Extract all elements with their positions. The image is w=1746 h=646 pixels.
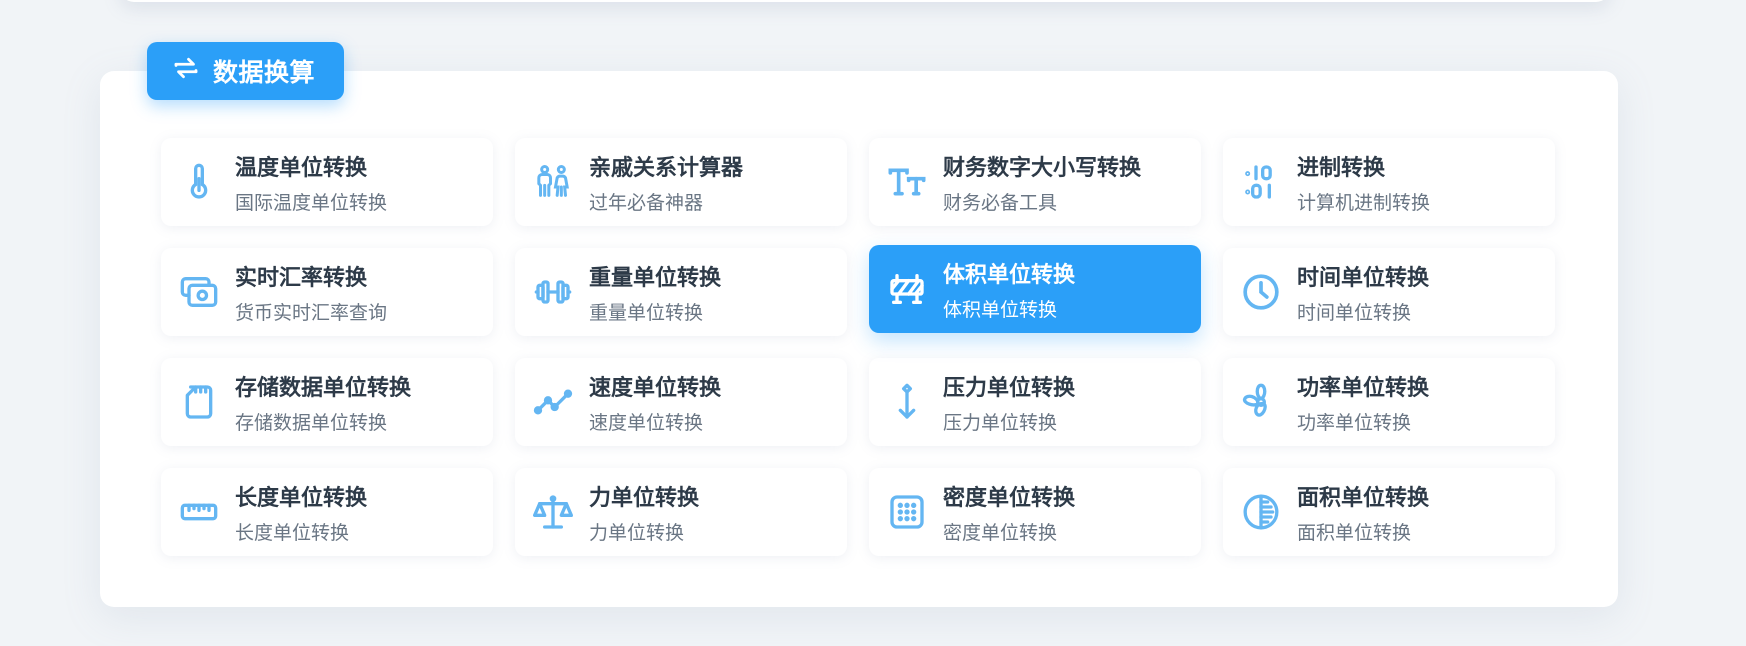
card-text: 财务数字大小写转换 财务必备工具	[943, 150, 1141, 215]
converter-card[interactable]: 亲戚关系计算器 过年必备神器	[515, 138, 847, 226]
card-title: 财务数字大小写转换	[943, 155, 1142, 181]
line-chart-icon	[533, 382, 573, 422]
card-title: 力单位转换	[589, 485, 700, 511]
card-title: 面积单位转换	[1297, 485, 1430, 511]
card-subtitle: 体积单位转换	[943, 298, 1058, 321]
card-title: 温度单位转换	[235, 155, 368, 181]
pressure-arrow-icon	[887, 382, 927, 422]
converter-card[interactable]: 压力单位转换 压力单位转换	[869, 358, 1201, 446]
card-title: 长度单位转换	[235, 485, 368, 511]
converter-card[interactable]: 温度单位转换 国际温度单位转换	[161, 138, 493, 226]
converter-card[interactable]: 进制转换计算机进制转换	[1223, 138, 1555, 226]
section-tag: 数据换算	[147, 42, 344, 100]
card-text: 体积单位转换 体积单位转换	[943, 257, 1075, 322]
card-title: 亲戚关系计算器	[589, 155, 744, 181]
card-text: 亲戚关系计算器 过年必备神器	[589, 150, 743, 215]
card-title: 速度单位转换	[589, 375, 722, 401]
card-text: 重量单位转换 重量单位转换	[589, 260, 721, 325]
previous-panel-edge	[120, 0, 1610, 2]
card-subtitle: 功率单位转换	[1297, 411, 1412, 434]
card-subtitle: 力单位转换	[589, 521, 685, 544]
card-subtitle: 时间单位转换	[1297, 301, 1412, 324]
fan-icon	[1241, 382, 1281, 422]
card-text: 时间单位转换 时间单位转换	[1297, 260, 1429, 325]
binary-icon	[1241, 162, 1281, 202]
dots-grid-icon	[887, 492, 927, 532]
card-title: 实时汇率转换	[235, 265, 368, 291]
family-icon	[533, 162, 573, 202]
converter-card[interactable]: 速度单位转换 速度单位转换	[515, 358, 847, 446]
card-text: 速度单位转换 速度单位转换	[589, 370, 721, 435]
converter-card[interactable]: 实时汇率转换 货币实时汇率查询	[161, 248, 493, 336]
card-title: 密度单位转换	[943, 485, 1076, 511]
sd-card-icon	[179, 382, 219, 422]
converter-card[interactable]: 面积单位转换 面积单位转换	[1223, 468, 1555, 556]
card-text: 密度单位转换 密度单位转换	[943, 480, 1075, 545]
section-title: 数据换算	[213, 58, 316, 87]
converter-card[interactable]: 时间单位转换 时间单位转换	[1223, 248, 1555, 336]
card-title: 时间单位转换	[1297, 265, 1430, 291]
card-text: 力单位转换 力单位转换	[589, 480, 699, 545]
thermometer-icon	[179, 162, 219, 202]
card-subtitle: 重量单位转换	[589, 301, 704, 324]
card-subtitle: 速度单位转换	[589, 411, 704, 434]
text-size-icon	[887, 162, 927, 202]
card-text: 实时汇率转换 货币实时汇率查询	[235, 260, 387, 325]
ruler-icon	[179, 492, 219, 532]
clock-icon	[1241, 272, 1281, 312]
card-subtitle: 计算机进制转换	[1297, 191, 1431, 214]
converter-card[interactable]: 力单位转换 力单位转换	[515, 468, 847, 556]
converter-card[interactable]: 重量单位转换 重量单位转换	[515, 248, 847, 336]
card-text: 压力单位转换 压力单位转换	[943, 370, 1075, 435]
card-subtitle: 货币实时汇率查询	[235, 301, 388, 324]
card-title: 功率单位转换	[1297, 375, 1430, 401]
cash-icon	[179, 272, 219, 312]
card-title: 存储数据单位转换	[235, 375, 412, 401]
converter-card[interactable]: 财务数字大小写转换 财务必备工具	[869, 138, 1201, 226]
converter-card[interactable]: 体积单位转换 体积单位转换	[869, 245, 1201, 333]
card-subtitle: 财务必备工具	[943, 191, 1058, 214]
swap-icon	[171, 53, 201, 89]
card-text: 存储数据单位转换 存储数据单位转换	[235, 370, 411, 435]
card-title: 体积单位转换	[943, 262, 1076, 288]
card-text: 功率单位转换 功率单位转换	[1297, 370, 1429, 435]
card-subtitle: 过年必备神器	[589, 191, 704, 214]
card-text: 面积单位转换 面积单位转换	[1297, 480, 1429, 545]
scale-icon	[533, 492, 573, 532]
card-subtitle: 面积单位转换	[1297, 521, 1412, 544]
card-title: 进制转换	[1297, 155, 1386, 181]
card-title: 重量单位转换	[589, 265, 722, 291]
card-subtitle: 密度单位转换	[943, 521, 1058, 544]
card-text: 温度单位转换 国际温度单位转换	[235, 150, 387, 215]
card-subtitle: 国际温度单位转换	[235, 191, 388, 214]
barrier-icon	[887, 269, 927, 309]
converter-card[interactable]: 密度单位转换 密度单位转换	[869, 468, 1201, 556]
converter-card[interactable]: 存储数据单位转换 存储数据单位转换	[161, 358, 493, 446]
converter-grid: 温度单位转换 国际温度单位转换 亲戚关系计算器 过年必备神器 财务数字大小写转换 财务必备…	[161, 138, 1557, 556]
half-circle-icon	[1241, 492, 1281, 532]
converter-card[interactable]: 长度单位转换 长度单位转换	[161, 468, 493, 556]
card-text: 进制转换计算机进制转换	[1297, 150, 1430, 215]
converter-card[interactable]: 功率单位转换 功率单位转换	[1223, 358, 1555, 446]
card-title: 压力单位转换	[943, 375, 1076, 401]
card-subtitle: 压力单位转换	[943, 411, 1058, 434]
dumbbell-icon	[533, 272, 573, 312]
card-subtitle: 存储数据单位转换	[235, 411, 388, 434]
card-subtitle: 长度单位转换	[235, 521, 350, 544]
card-text: 长度单位转换 长度单位转换	[235, 480, 367, 545]
